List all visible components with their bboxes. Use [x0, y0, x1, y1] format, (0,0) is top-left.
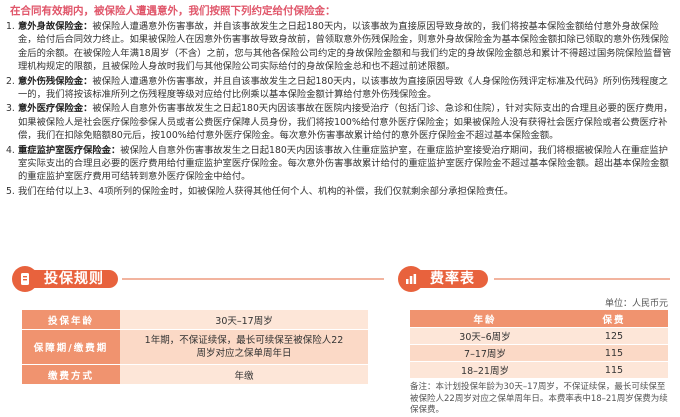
clause-3: 3. 意外医疗保险金：被保险人自意外伤害事故发生之日起180天内因该事故在医院内…	[6, 102, 674, 142]
row-value: 30天–17周岁	[120, 310, 368, 330]
chart-icon	[406, 274, 417, 284]
age-cell: 30天–6周岁	[410, 327, 560, 345]
row-value: 1年期，不保证续保，最长可续保至被保险人22周岁对应之保单周年日	[120, 329, 368, 365]
clause-1: 1. 意外身故保险金：被保险人遭遇意外伤害事故，并自该事故发生之日起180天内，…	[6, 20, 674, 74]
hand-icon	[21, 273, 29, 285]
row-label: 保障期/缴费期	[22, 329, 120, 365]
age-cell: 18–21周岁	[410, 361, 560, 379]
clause-text: 被保险人自意外伤害事故发生之日起180天内因该事故在医院内接受治疗（包括门诊、急…	[18, 103, 673, 142]
clause-number: 2.	[6, 75, 15, 87]
col-premium-header: 保费	[560, 310, 668, 328]
heading-stripe	[494, 278, 670, 280]
intro-text: 在合同有效期内，被保险人遭遇意外，我们按照下列约定给付保险金：	[10, 5, 336, 17]
clause-text: 我们在给付以上3、4项所列的保险金时，如被保险人获得其他任何个人、机构的补偿，我…	[18, 185, 514, 197]
rules-title: 投保规则	[44, 271, 104, 287]
table-row: 缴费方式 年缴	[22, 364, 368, 385]
premium-cell: 125	[560, 327, 668, 345]
clause-number: 1.	[6, 21, 15, 32]
clause-title: 意外身故保险金：	[18, 21, 93, 32]
rates-table: 年龄 保费 30天–6周岁 125 7–17周岁 115 18–21周岁 115	[410, 310, 668, 379]
clause-2: 2. 意外伤残保险金：被保险人遭遇意外伤害事故，并且自该事故发生之日起180天内…	[6, 75, 674, 102]
table-row: 18–21周岁 115	[410, 361, 668, 379]
premium-cell: 115	[560, 344, 668, 362]
row-label: 缴费方式	[22, 364, 120, 385]
clause-title: 意外伤残保险金：	[18, 75, 93, 87]
table-header-row: 年龄 保费	[410, 310, 668, 328]
clause-number: 3.	[6, 103, 15, 115]
row-value: 年缴	[120, 364, 368, 385]
row-label: 投保年龄	[22, 310, 120, 330]
heading-stripe	[122, 278, 384, 280]
table-row: 7–17周岁 115	[410, 344, 668, 362]
col-age-header: 年龄	[410, 310, 560, 328]
clause-text: 被保险人遭遇意外伤害事故，并且自该事故发生之日起180天内，以该事故为直接原因导…	[18, 75, 668, 101]
rates-icon	[398, 266, 424, 292]
rules-heading: 投保规则	[12, 266, 384, 292]
unit-label: 单位：人民币元	[604, 299, 668, 309]
clause-5: 5. 我们在给付以上3、4项所列的保险金时，如被保险人获得其他任何个人、机构的补…	[6, 185, 674, 198]
premium-cell: 115	[560, 361, 668, 379]
clause-title: 意外医疗保险金：	[18, 103, 93, 115]
clause-number: 4.	[6, 144, 15, 156]
rates-heading: 费率表	[398, 266, 670, 292]
clause-text: 被保险人遭遇意外伤害事故，并自该事故发生之日起180天内，以该事故为直接原因导致…	[18, 21, 672, 73]
age-cell: 7–17周岁	[410, 344, 560, 362]
rates-note: 备注：本计划投保年龄为30天–17周岁，不保证续保，最长可续保至被保险人22周岁…	[410, 382, 668, 415]
rates-title: 费率表	[430, 271, 475, 287]
rules-table: 投保年龄 30天–17周岁 保障期/缴费期 1年期，不保证续保，最长可续保至被保…	[22, 310, 368, 385]
clause-title: 重症监护室医疗保险金：	[18, 144, 121, 156]
table-row: 30天–6周岁 125	[410, 327, 668, 345]
clause-number: 5.	[6, 185, 15, 197]
clause-list: 1. 意外身故保险金：被保险人遭遇意外伤害事故，并自该事故发生之日起180天内，…	[6, 20, 674, 199]
clause-4: 4. 重症监护室医疗保险金：被保险人自意外伤害事故发生之日起180天内因该事故入…	[6, 144, 674, 184]
table-row: 保障期/缴费期 1年期，不保证续保，最长可续保至被保险人22周岁对应之保单周年日	[22, 329, 368, 365]
rules-icon	[12, 266, 38, 292]
table-row: 投保年龄 30天–17周岁	[22, 310, 368, 330]
